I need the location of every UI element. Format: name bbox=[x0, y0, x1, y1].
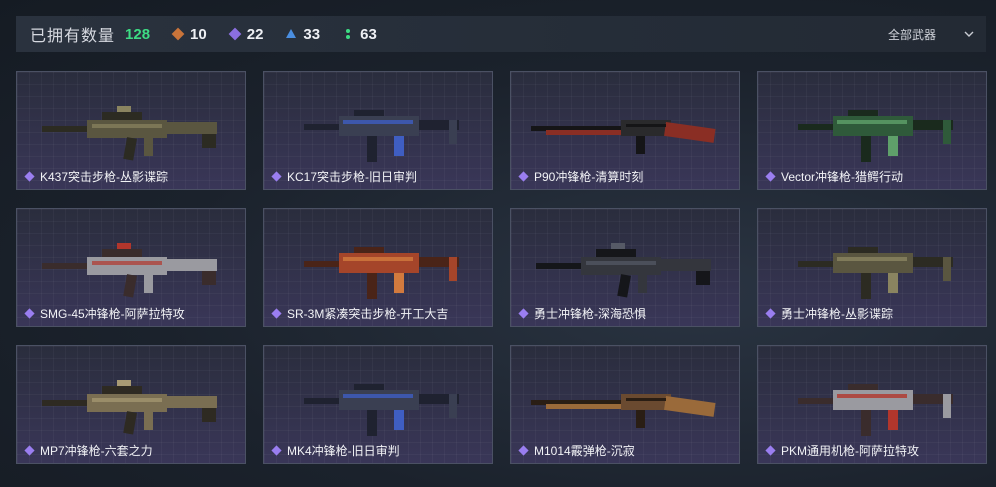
rarity-diamond-icon bbox=[24, 445, 35, 456]
weapon-label: KC17突击步枪-旧日审判 bbox=[271, 168, 418, 185]
blue-rarity-icon bbox=[285, 28, 297, 40]
weapon-card[interactable]: Vector冲锋枪-猎鳄行动 bbox=[757, 71, 987, 190]
chevron-down-icon bbox=[964, 31, 974, 37]
weapon-name: 勇士冲锋枪-丛影谍踪 bbox=[781, 307, 893, 321]
weapon-name: MK4冲锋枪-旧日审判 bbox=[287, 444, 400, 458]
weapon-filter-dropdown[interactable]: 全部武器 bbox=[888, 26, 974, 43]
purple-count-value: 22 bbox=[246, 25, 264, 43]
rarity-diamond-icon bbox=[24, 171, 35, 182]
weapon-image bbox=[798, 384, 953, 436]
weapon-name: SMG-45冲锋枪-阿萨拉特攻 bbox=[40, 307, 185, 321]
weapon-image bbox=[531, 120, 716, 154]
orange-rarity-icon bbox=[171, 27, 185, 41]
weapon-image bbox=[42, 243, 217, 298]
weapon-card[interactable]: 勇士冲锋枪-深海恐惧 bbox=[510, 208, 740, 327]
inventory-header: 已拥有数量 128 10 22 33 63 全部武器 bbox=[16, 16, 986, 52]
orange-count-value: 10 bbox=[190, 25, 207, 43]
orange-count: 10 bbox=[171, 25, 207, 43]
weapon-label: SMG-45冲锋枪-阿萨拉特攻 bbox=[24, 305, 185, 322]
weapon-name: Vector冲锋枪-猎鳄行动 bbox=[781, 170, 904, 184]
purple-rarity-icon bbox=[228, 27, 242, 41]
weapon-name: PKM通用机枪-阿萨拉特攻 bbox=[781, 444, 920, 458]
rarity-diamond-icon bbox=[518, 445, 529, 456]
rarity-diamond-icon bbox=[518, 308, 529, 319]
blue-count: 33 bbox=[285, 26, 320, 43]
rarity-diamond-icon bbox=[765, 308, 776, 319]
weapon-card[interactable]: KC17突击步枪-旧日审判 bbox=[263, 71, 493, 190]
weapon-image bbox=[42, 106, 217, 161]
weapon-card[interactable]: 勇士冲锋枪-丛影谍踪 bbox=[757, 208, 987, 327]
weapon-label: PKM通用机枪-阿萨拉特攻 bbox=[765, 442, 920, 459]
weapon-image bbox=[531, 394, 716, 428]
rarity-diamond-icon bbox=[765, 445, 776, 456]
rarity-diamond-icon bbox=[271, 445, 282, 456]
rarity-diamond-icon bbox=[518, 171, 529, 182]
weapon-label: P90冲锋枪-清算时刻 bbox=[518, 168, 644, 185]
weapon-image bbox=[304, 247, 459, 299]
weapon-name: P90冲锋枪-清算时刻 bbox=[534, 170, 644, 184]
weapon-label: MK4冲锋枪-旧日审判 bbox=[271, 442, 400, 459]
weapon-card[interactable]: K437突击步枪-丛影谍踪 bbox=[16, 71, 246, 190]
weapon-card[interactable]: MP7冲锋枪-六套之力 bbox=[16, 345, 246, 464]
weapon-filter-label: 全部武器 bbox=[887, 27, 936, 42]
weapon-name: SR-3M紧凑突击步枪-开工大吉 bbox=[287, 307, 449, 321]
weapon-name: KC17突击步枪-旧日审判 bbox=[287, 170, 418, 184]
weapon-image bbox=[798, 247, 953, 299]
weapon-image bbox=[798, 110, 953, 162]
weapon-name: M1014霰弹枪-沉寂 bbox=[534, 444, 635, 458]
weapon-label: SR-3M紧凑突击步枪-开工大吉 bbox=[271, 305, 449, 322]
owned-count-label: 已拥有数量 bbox=[30, 28, 116, 45]
owned-count-total: 128 bbox=[125, 25, 151, 43]
weapon-image bbox=[304, 384, 459, 436]
rarity-diamond-icon bbox=[271, 308, 282, 319]
weapon-card[interactable]: SMG-45冲锋枪-阿萨拉特攻 bbox=[16, 208, 246, 327]
green-count: 63 bbox=[342, 26, 377, 43]
weapon-name: K437突击步枪-丛影谍踪 bbox=[40, 170, 169, 184]
purple-count: 22 bbox=[228, 25, 264, 43]
weapon-card[interactable]: P90冲锋枪-清算时刻 bbox=[510, 71, 740, 190]
weapon-card[interactable]: M1014霰弹枪-沉寂 bbox=[510, 345, 740, 464]
green-count-value: 63 bbox=[360, 25, 377, 43]
weapon-image bbox=[42, 380, 217, 435]
weapon-label: M1014霰弹枪-沉寂 bbox=[518, 442, 635, 459]
rarity-diamond-icon bbox=[271, 171, 282, 182]
weapon-label: Vector冲锋枪-猎鳄行动 bbox=[765, 168, 904, 185]
weapon-image bbox=[536, 243, 711, 298]
weapon-name: MP7冲锋枪-六套之力 bbox=[40, 444, 153, 458]
weapon-card[interactable]: MK4冲锋枪-旧日审判 bbox=[263, 345, 493, 464]
rarity-diamond-icon bbox=[765, 171, 776, 182]
weapon-name: 勇士冲锋枪-深海恐惧 bbox=[534, 307, 646, 321]
weapon-label: 勇士冲锋枪-丛影谍踪 bbox=[765, 305, 893, 322]
blue-count-value: 33 bbox=[303, 25, 321, 43]
weapon-image bbox=[304, 110, 459, 162]
weapon-label: K437突击步枪-丛影谍踪 bbox=[24, 168, 169, 185]
weapon-label: 勇士冲锋枪-深海恐惧 bbox=[518, 305, 646, 322]
green-rarity-icon bbox=[342, 28, 354, 40]
rarity-diamond-icon bbox=[24, 308, 35, 319]
weapon-card[interactable]: SR-3M紧凑突击步枪-开工大吉 bbox=[263, 208, 493, 327]
weapon-card[interactable]: PKM通用机枪-阿萨拉特攻 bbox=[757, 345, 987, 464]
weapon-label: MP7冲锋枪-六套之力 bbox=[24, 442, 153, 459]
